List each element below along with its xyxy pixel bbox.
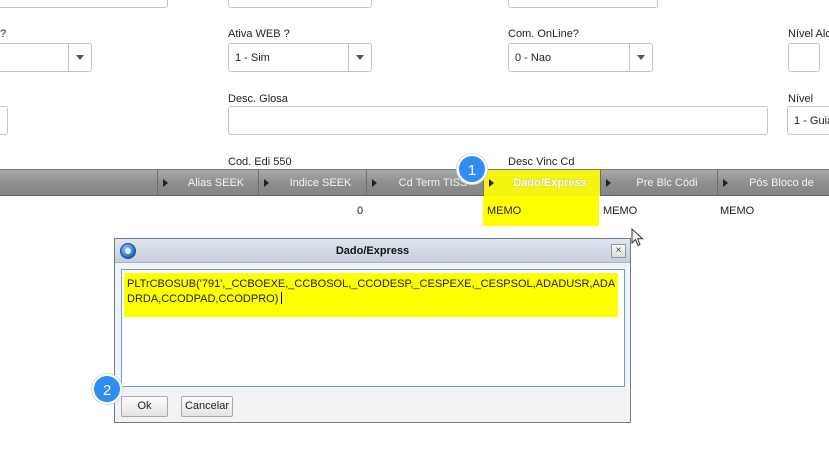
sort-arrow-icon bbox=[264, 179, 269, 187]
column-header-pre-blc-codi[interactable]: Pre Blc Códi bbox=[600, 170, 717, 196]
sort-arrow-icon bbox=[606, 179, 611, 187]
desc-vinc-label: Desc Vinc Cd bbox=[508, 156, 575, 168]
close-button[interactable]: × bbox=[611, 244, 626, 258]
nivel-alc-field[interactable] bbox=[788, 43, 820, 72]
mouse-cursor-icon bbox=[631, 228, 644, 247]
sort-arrow-icon bbox=[163, 179, 168, 187]
top-left-partial-field[interactable] bbox=[0, 0, 168, 8]
step-badge-2: 2 bbox=[92, 374, 122, 404]
nivel-alc-label: Nível Alc bbox=[788, 28, 829, 40]
expression-text: PLTrCBOSUB('791',_CCBOEXE,_CCBOSOL,_CCOD… bbox=[127, 278, 616, 305]
ativa-web-value: 1 - Sim bbox=[235, 52, 270, 64]
cell-pos-bloco-de[interactable]: MEMO bbox=[720, 205, 754, 217]
column-header-pos-bloco-de[interactable]: Pós Bloco de bbox=[717, 170, 829, 196]
left-select-label: ? bbox=[0, 28, 7, 40]
com-online-select[interactable]: 0 - Nao bbox=[508, 43, 653, 72]
text-caret bbox=[281, 292, 283, 304]
ativa-web-label: Ativa WEB ? bbox=[228, 28, 290, 40]
column-header-indice-seek[interactable]: Indice SEEK bbox=[258, 170, 366, 196]
cell-pre-blc-codi[interactable]: MEMO bbox=[603, 205, 637, 217]
nivel-select[interactable]: 1 - Guia bbox=[787, 106, 829, 135]
chevron-down-icon[interactable] bbox=[629, 44, 652, 71]
com-online-label: Com. OnLine? bbox=[508, 28, 579, 40]
com-online-value: 0 - Nao bbox=[515, 52, 552, 64]
dialog-title: Dado/Express bbox=[335, 245, 410, 257]
top-middle-partial-field[interactable] bbox=[228, 0, 372, 8]
sort-arrow-icon bbox=[723, 179, 728, 187]
grid-header: Alias SEEK Indice SEEK Cd Term TISS Dado… bbox=[0, 169, 829, 196]
top-right-partial-field[interactable] bbox=[508, 0, 658, 8]
desc-glosa-label: Desc. Glosa bbox=[228, 93, 288, 105]
nivel-value: 1 - Guia bbox=[794, 115, 829, 127]
chevron-down-icon[interactable] bbox=[68, 44, 91, 71]
desc-glosa-input[interactable] bbox=[228, 106, 768, 135]
sort-arrow-icon bbox=[372, 179, 377, 187]
cell-dado-express[interactable]: MEMO bbox=[487, 205, 521, 217]
dado-express-dialog: Dado/Express × PLTrCBOSUB('791',_CCBOEXE… bbox=[114, 238, 631, 423]
cell-cd-term-tiss[interactable]: 0 bbox=[357, 205, 363, 217]
ativa-web-select[interactable]: 1 - Sim bbox=[228, 43, 372, 72]
cancel-button[interactable]: Cancelar bbox=[181, 396, 233, 417]
dialog-title-bar[interactable]: Dado/Express × bbox=[115, 239, 630, 263]
chevron-down-icon[interactable] bbox=[348, 44, 371, 71]
cod-edi-label: Cod. Edi 550 bbox=[228, 156, 292, 168]
column-header-dado-express[interactable]: Dado/Express bbox=[483, 170, 600, 196]
ok-button[interactable]: Ok bbox=[121, 396, 168, 417]
left-partial-field[interactable] bbox=[0, 106, 8, 135]
nivel-label: Nível bbox=[788, 93, 814, 105]
sort-arrow-icon bbox=[489, 179, 494, 187]
left-partial-select[interactable] bbox=[0, 43, 92, 72]
column-header-alias-seek[interactable]: Alias SEEK bbox=[157, 170, 258, 196]
step-badge-1: 1 bbox=[457, 154, 487, 184]
expression-textarea[interactable]: PLTrCBOSUB('791',_CCBOEXE,_CCBOSOL,_CCOD… bbox=[121, 269, 625, 387]
